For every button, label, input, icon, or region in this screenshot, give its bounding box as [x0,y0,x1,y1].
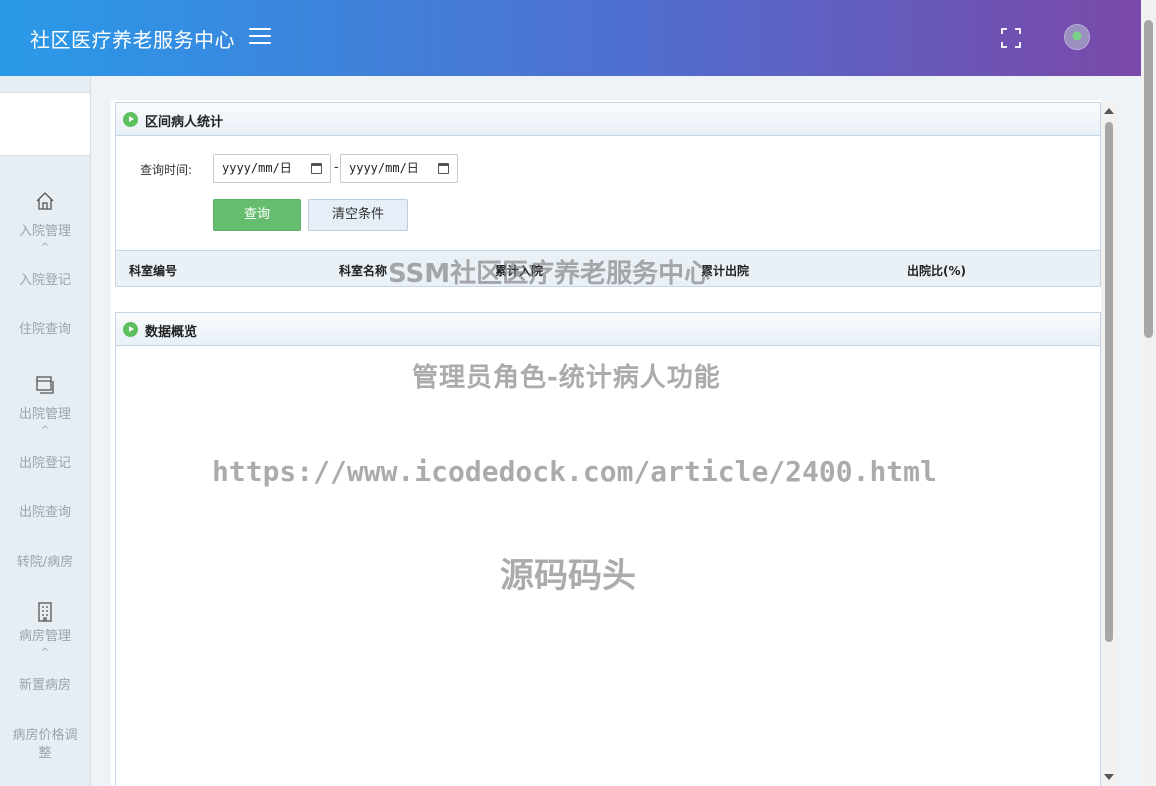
overview-panel-title: 数据概览 [145,325,198,340]
query-button[interactable]: 查询 [213,199,301,231]
main-content: 区间病人统计 查询时间: yyyy/mm/日 - yyyy/mm/日 查询 清空… [91,76,1141,786]
nav-item-ward-price[interactable]: 病房价格调整 [0,727,90,763]
date-start-placeholder: yyyy/mm/日 [222,161,292,175]
hamburger-icon[interactable] [249,28,271,46]
page-scrollbar[interactable] [1141,0,1156,786]
stats-panel: 区间病人统计 查询时间: yyyy/mm/日 - yyyy/mm/日 查询 清空… [115,102,1101,287]
date-start-input[interactable]: yyyy/mm/日 [213,154,331,183]
play-circle-icon [123,112,138,127]
stats-table-header: 科室编号 科室名称 累计入院 累计出院 出院比(%) [116,250,1100,286]
clear-conditions-button[interactable]: 清空条件 [308,199,408,231]
nav-group-discharge[interactable]: 出院管理 [0,406,90,424]
sidebar: 入院管理 ^ 入院登记 住院查询 出院管理 ^ 出院登记 出院查询 转院/病房 … [0,76,91,786]
nav-item-transfer-ward[interactable]: 转院/病房 [0,554,90,572]
column-header[interactable]: 出院比(%) [907,262,966,279]
play-circle-icon [123,322,138,337]
building-icon [38,602,52,622]
window-icon [36,376,54,394]
nav-item-inpatient-query[interactable]: 住院查询 [0,321,90,339]
scroll-down-icon[interactable] [1104,774,1114,780]
column-header[interactable]: 累计出院 [701,262,749,279]
column-header[interactable]: 科室编号 [129,262,177,279]
chevron-up-icon[interactable]: ^ [0,242,90,253]
column-header[interactable]: 科室名称 [339,262,387,279]
content-scrollbar-thumb[interactable] [1105,122,1113,642]
home-icon [36,192,54,210]
fullscreen-icon[interactable] [1000,27,1022,49]
content-scrollbar[interactable] [1101,100,1117,786]
top-header: 社区医疗养老服务中心 [0,0,1141,76]
nav-group-ward[interactable]: 病房管理 [0,628,90,646]
scroll-up-icon[interactable] [1104,108,1114,114]
date-range-separator: - [334,160,339,175]
sidebar-user-box [0,92,90,156]
overview-panel: 数据概览 [115,312,1101,786]
date-end-input[interactable]: yyyy/mm/日 [340,154,458,183]
page-scrollbar-thumb[interactable] [1144,20,1153,338]
nav-item-discharge-query[interactable]: 出院查询 [0,504,90,522]
overview-panel-header: 数据概览 [116,313,1100,346]
chevron-up-icon[interactable]: ^ [0,425,90,436]
nav-item-discharge-register[interactable]: 出院登记 [0,455,90,473]
calendar-icon[interactable] [311,163,322,174]
stats-panel-title: 区间病人统计 [145,115,224,130]
chevron-up-icon[interactable]: ^ [0,647,90,658]
nav-item-admission-register[interactable]: 入院登记 [0,272,90,290]
query-time-label: 查询时间: [140,163,193,177]
calendar-icon[interactable] [438,163,449,174]
column-header[interactable]: 累计入院 [495,262,543,279]
app-title: 社区医疗养老服务中心 [30,28,235,52]
stats-panel-header: 区间病人统计 [116,103,1100,136]
nav-item-new-ward[interactable]: 新置病房 [0,677,90,695]
date-end-placeholder: yyyy/mm/日 [349,161,419,175]
nav-group-admission[interactable]: 入院管理 [0,223,90,241]
avatar[interactable] [1064,24,1090,50]
